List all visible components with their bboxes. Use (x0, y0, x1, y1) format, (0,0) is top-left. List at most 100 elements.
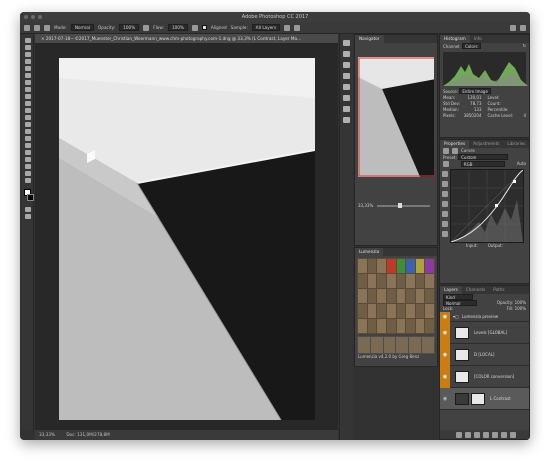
eye-icon[interactable]: ◉ (440, 321, 450, 344)
edit-toolbar-icon[interactable] (24, 178, 31, 183)
target-adjust-icon[interactable] (443, 161, 449, 167)
layer-row[interactable]: ◉ ▾□ Lumenzia preview (440, 311, 529, 322)
zoom-tool-icon[interactable] (24, 171, 31, 176)
brush-tool-icon[interactable] (24, 87, 31, 92)
layer-name[interactable]: D [LOCAL] (474, 352, 494, 357)
history-icon[interactable] (343, 40, 350, 46)
lumenzia-tool-button[interactable] (409, 337, 422, 353)
add-mask-icon[interactable] (473, 431, 480, 438)
minimize-button[interactable] (31, 15, 35, 19)
history-brush-tool-icon[interactable] (24, 101, 31, 106)
eraser-tool-icon[interactable] (24, 108, 31, 113)
ignore-adjustments-icon[interactable] (284, 24, 291, 31)
window-controls[interactable] (24, 15, 42, 19)
lumenzia-tool-button[interactable] (396, 337, 409, 353)
lumenzia-tool-button[interactable] (383, 337, 396, 353)
gradient-tool-icon[interactable] (24, 115, 31, 120)
eye-icon[interactable]: ◉ (440, 388, 450, 410)
tab-channels[interactable]: Channels (462, 286, 489, 294)
eyedropper-tool-icon[interactable] (24, 73, 31, 78)
curves-channel-select[interactable]: RGB (460, 161, 505, 167)
black-point-eyedropper-icon[interactable] (442, 191, 448, 197)
trash-icon[interactable] (509, 431, 516, 438)
opacity-input[interactable]: 100% (119, 24, 140, 31)
lumenzia-button[interactable] (396, 289, 406, 303)
tab-histogram[interactable]: Histogram (440, 35, 470, 43)
layer-name[interactable]: [COLOR conversion] (474, 374, 514, 379)
brush-preset-icon[interactable] (34, 24, 40, 31)
layer-name[interactable]: Levels [GLOBAL] (474, 330, 507, 335)
navigator-zoom[interactable]: 33,33% (358, 203, 373, 209)
navigator-zoom-handle[interactable] (398, 203, 403, 208)
lumenzia-button[interactable] (358, 319, 367, 333)
lumenzia-button[interactable] (406, 289, 415, 303)
lumenzia-button[interactable] (367, 259, 377, 273)
pencil-curve-icon[interactable] (442, 181, 448, 187)
lumenzia-button[interactable] (358, 259, 367, 273)
lumenzia-button[interactable] (396, 259, 406, 273)
lumenzia-button[interactable] (396, 304, 406, 318)
lumenzia-button[interactable] (425, 274, 434, 288)
flow-input[interactable]: 100% (167, 24, 188, 31)
fill-input[interactable]: 100% (515, 306, 526, 311)
lumenzia-button[interactable] (377, 274, 386, 288)
search-icon[interactable] (510, 24, 516, 31)
pressure-opacity-icon[interactable] (143, 24, 150, 31)
tab-layers[interactable]: Layers (440, 286, 462, 294)
layer-row[interactable]: ◉ Levels [GLOBAL] (440, 321, 529, 344)
lumenzia-button[interactable] (358, 274, 367, 288)
lumenzia-button[interactable] (415, 259, 425, 273)
layer-row-selected[interactable]: ◉ L Contrast (440, 388, 529, 410)
navigator-preview[interactable] (358, 57, 434, 177)
background-color-swatch[interactable] (26, 194, 34, 201)
lumenzia-tool-button[interactable] (422, 337, 434, 353)
refresh-icon[interactable]: ↻ (523, 43, 526, 50)
shape-tool-icon[interactable] (24, 157, 31, 162)
zoom-button[interactable] (38, 15, 42, 19)
lumenzia-button[interactable] (367, 304, 377, 318)
workspace-icon[interactable] (520, 24, 526, 31)
document-image[interactable] (59, 58, 315, 420)
type-tool-icon[interactable] (24, 143, 31, 148)
lumenzia-button[interactable] (377, 259, 386, 273)
link-icon[interactable] (455, 431, 462, 438)
lumenzia-button[interactable] (425, 259, 434, 273)
lumenzia-button[interactable] (406, 259, 415, 273)
lumenzia-button[interactable] (358, 289, 367, 303)
clone-source-panel-icon[interactable] (343, 62, 350, 68)
lumenzia-button[interactable] (358, 304, 367, 318)
lumenzia-button[interactable] (386, 319, 396, 333)
layers-opacity-input[interactable]: 100% (515, 300, 526, 305)
lumenzia-button[interactable] (367, 289, 377, 303)
lumenzia-button[interactable] (377, 304, 386, 318)
tab-info[interactable]: Info (470, 35, 486, 43)
eye-icon[interactable]: ◉ (440, 343, 450, 366)
lumenzia-button[interactable] (377, 289, 386, 303)
lumenzia-button[interactable] (415, 289, 425, 303)
lumenzia-button[interactable] (425, 289, 434, 303)
layer-row[interactable]: ◉ D [LOCAL] (440, 343, 529, 366)
lumenzia-tool-button[interactable] (358, 337, 370, 353)
fx-icon[interactable] (464, 431, 471, 438)
auto-button[interactable]: Auto (517, 161, 526, 167)
lumenzia-button[interactable] (367, 274, 377, 288)
lumenzia-button[interactable] (406, 274, 415, 288)
new-layer-icon[interactable] (500, 431, 507, 438)
lumenzia-button[interactable] (415, 304, 425, 318)
pressure-size-icon[interactable] (294, 24, 301, 31)
lumenzia-button[interactable] (396, 274, 406, 288)
new-group-icon[interactable] (491, 431, 498, 438)
crop-tool-icon[interactable] (24, 66, 31, 71)
lumenzia-button[interactable] (396, 319, 406, 333)
gray-point-eyedropper-icon[interactable] (442, 201, 448, 207)
lumenzia-button[interactable] (386, 274, 396, 288)
tab-adjustments[interactable]: Adjustments (469, 140, 503, 148)
clone-source-icon[interactable] (44, 24, 50, 31)
quick-mask-icon[interactable] (24, 207, 31, 212)
layer-name[interactable]: L Contrast (490, 396, 511, 401)
airbrush-icon[interactable] (191, 24, 198, 31)
lumenzia-button[interactable] (386, 259, 396, 273)
tab-navigator[interactable]: Navigator (355, 35, 384, 43)
lumenzia-button[interactable] (415, 319, 425, 333)
curves-graph[interactable] (450, 169, 524, 243)
